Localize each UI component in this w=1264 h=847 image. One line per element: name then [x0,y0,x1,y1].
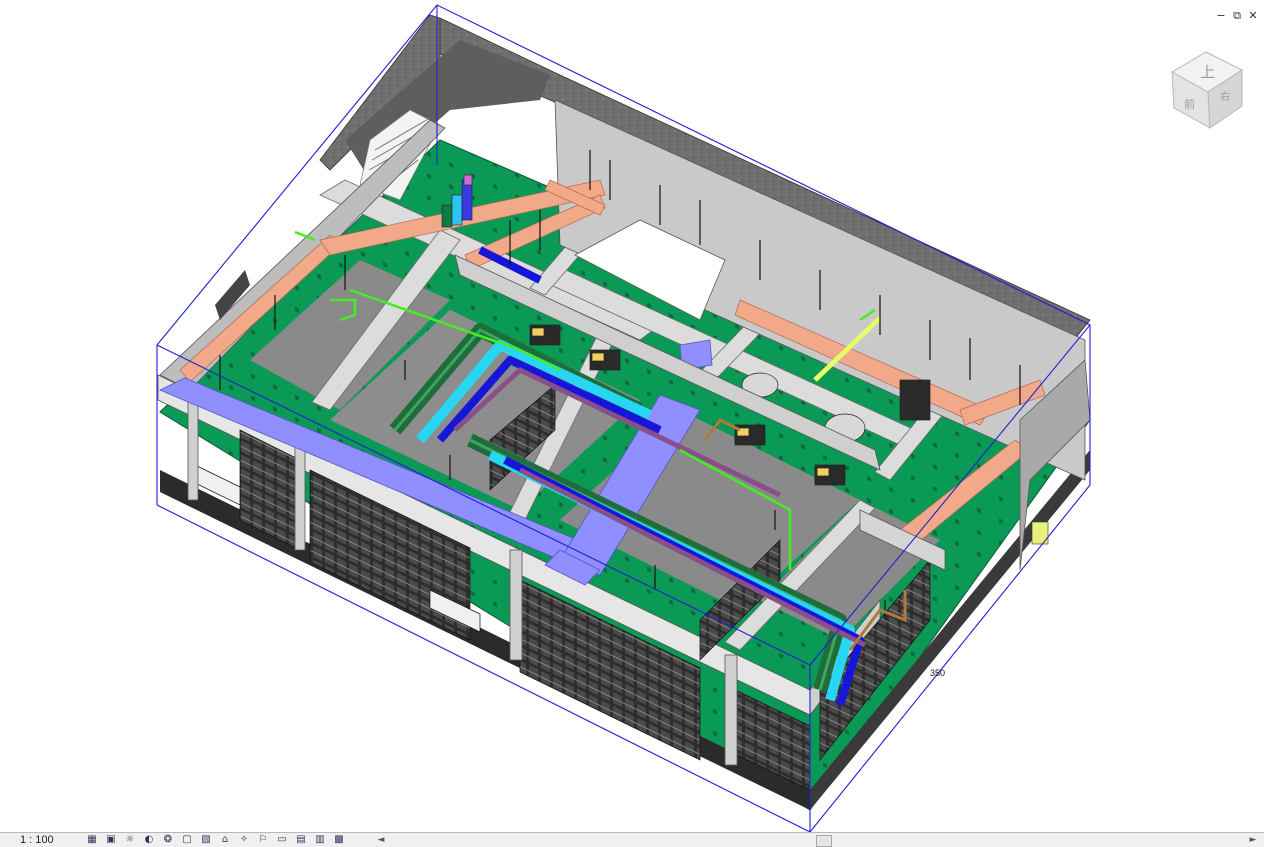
viewcube-top-label: 上 [1200,63,1215,81]
temporary-hide-icon[interactable]: ✧ [236,834,252,846]
scroll-left-arrow[interactable]: ◄ [376,835,386,845]
horizontal-scrollbar[interactable]: ◄ ► [376,834,1258,847]
3d-viewport[interactable]: 350 − ⧉ ✕ 上 前 右 [0,0,1264,832]
view-window-controls: − ⧉ ✕ [1214,9,1260,23]
rendering-icon[interactable]: ❂ [160,834,176,846]
viewcube-front-label: 前 [1184,97,1195,111]
highlight-displacement-icon[interactable]: ▩ [331,834,347,846]
unlocked-3d-view-icon[interactable]: ⌂ [217,834,233,846]
analytical-model-icon[interactable]: ▥ [312,834,328,846]
detail-level-icon[interactable]: ▦ [84,834,100,846]
scroll-right-arrow[interactable]: ► [1248,835,1258,845]
worksharing-display-icon[interactable]: ▤ [293,834,309,846]
dimension-tag: 350 [930,668,945,678]
restore-button[interactable]: ⧉ [1230,9,1244,23]
view-scale[interactable]: 1 : 100 [0,834,84,846]
minimize-button[interactable]: − [1214,9,1228,23]
temporary-view-properties-icon[interactable]: ▭ [274,834,290,846]
scroll-thumb[interactable] [816,834,832,847]
crop-view-icon[interactable]: ▢ [179,834,195,846]
scroll-track[interactable] [386,834,1248,847]
view-control-tools: ▦ ▣ ☼ ◐ ❂ ▢ ▧ ⌂ ✧ ⚐ ▭ ▤ ▥ ▩ [84,834,347,846]
reveal-hidden-icon[interactable]: ⚐ [255,834,271,846]
close-button[interactable]: ✕ [1246,9,1260,23]
viewcube[interactable]: 上 前 右 [1164,42,1250,138]
visual-style-icon[interactable]: ▣ [103,834,119,846]
viewcube-right-label: 右 [1220,90,1230,103]
shadows-icon[interactable]: ◐ [141,834,157,846]
sun-path-icon[interactable]: ☼ [122,834,138,846]
show-crop-region-icon[interactable]: ▧ [198,834,214,846]
building-3d-model[interactable]: 350 [0,0,1264,832]
